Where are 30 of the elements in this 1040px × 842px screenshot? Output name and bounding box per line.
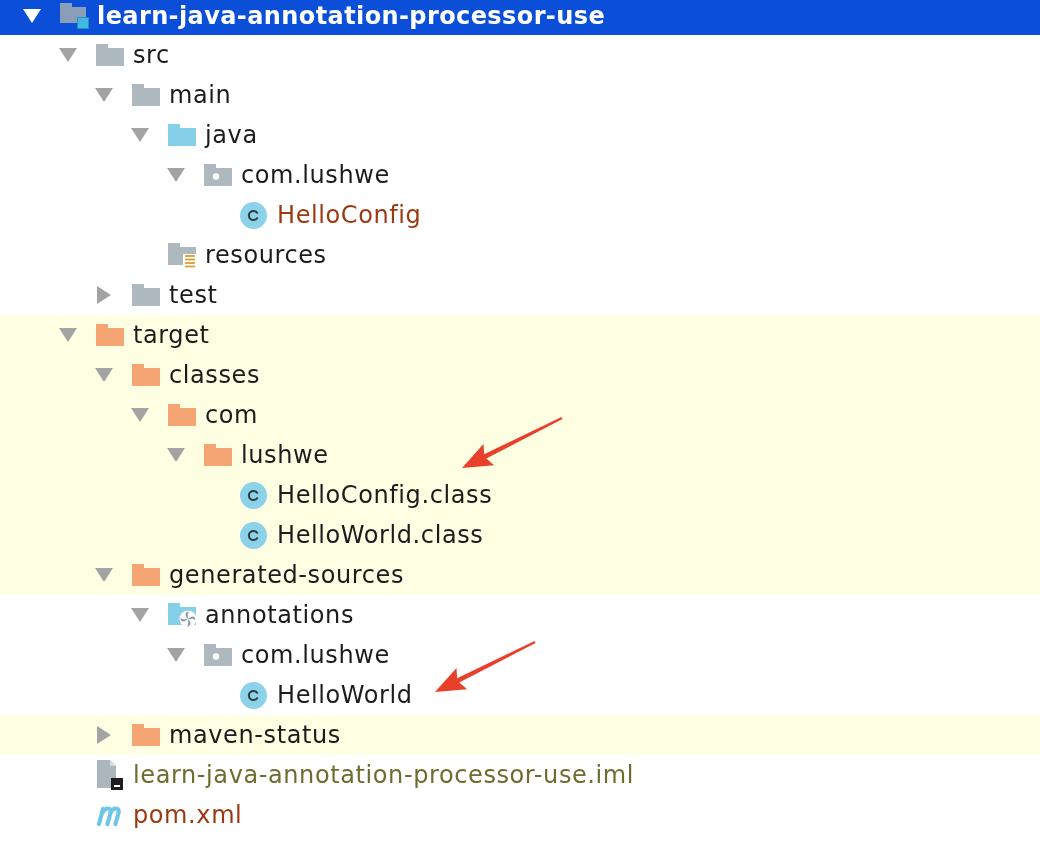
tree-item[interactable]: com <box>0 395 1040 435</box>
tree-item[interactable]: target <box>0 315 1040 355</box>
folder-icon <box>204 444 232 466</box>
tree-item[interactable]: maven-status <box>0 715 1040 755</box>
package-folder-icon <box>204 164 232 186</box>
folder-icon <box>132 564 160 586</box>
folder-icon <box>132 724 160 746</box>
tree-item[interactable]: HelloConfig.class <box>0 475 1040 515</box>
file-icon <box>96 760 123 790</box>
class-icon <box>240 521 267 549</box>
class-icon <box>240 681 267 709</box>
tree-item[interactable]: HelloWorld.class <box>0 515 1040 555</box>
folder-icon <box>96 44 124 66</box>
tree-item[interactable]: lushwe <box>0 435 1040 475</box>
folder-icon <box>96 324 124 346</box>
disclosure-triangle-icon[interactable] <box>23 8 41 23</box>
module-folder-icon <box>60 2 89 29</box>
tree-item[interactable]: classes <box>0 355 1040 395</box>
tree-item[interactable]: generated-sources <box>0 555 1040 595</box>
folder-icon <box>132 84 160 106</box>
tree-item[interactable]: learn-java-annotation-processor-use <box>0 0 1040 35</box>
folder-icon <box>132 364 160 386</box>
folder-icon <box>168 404 196 426</box>
folder-icon <box>132 284 160 306</box>
class-icon <box>240 481 267 509</box>
folder-icon <box>168 124 196 146</box>
generated-folder-icon <box>168 602 197 628</box>
package-folder-icon <box>204 644 232 666</box>
resources-folder-icon <box>168 242 196 268</box>
class-icon <box>240 201 267 229</box>
